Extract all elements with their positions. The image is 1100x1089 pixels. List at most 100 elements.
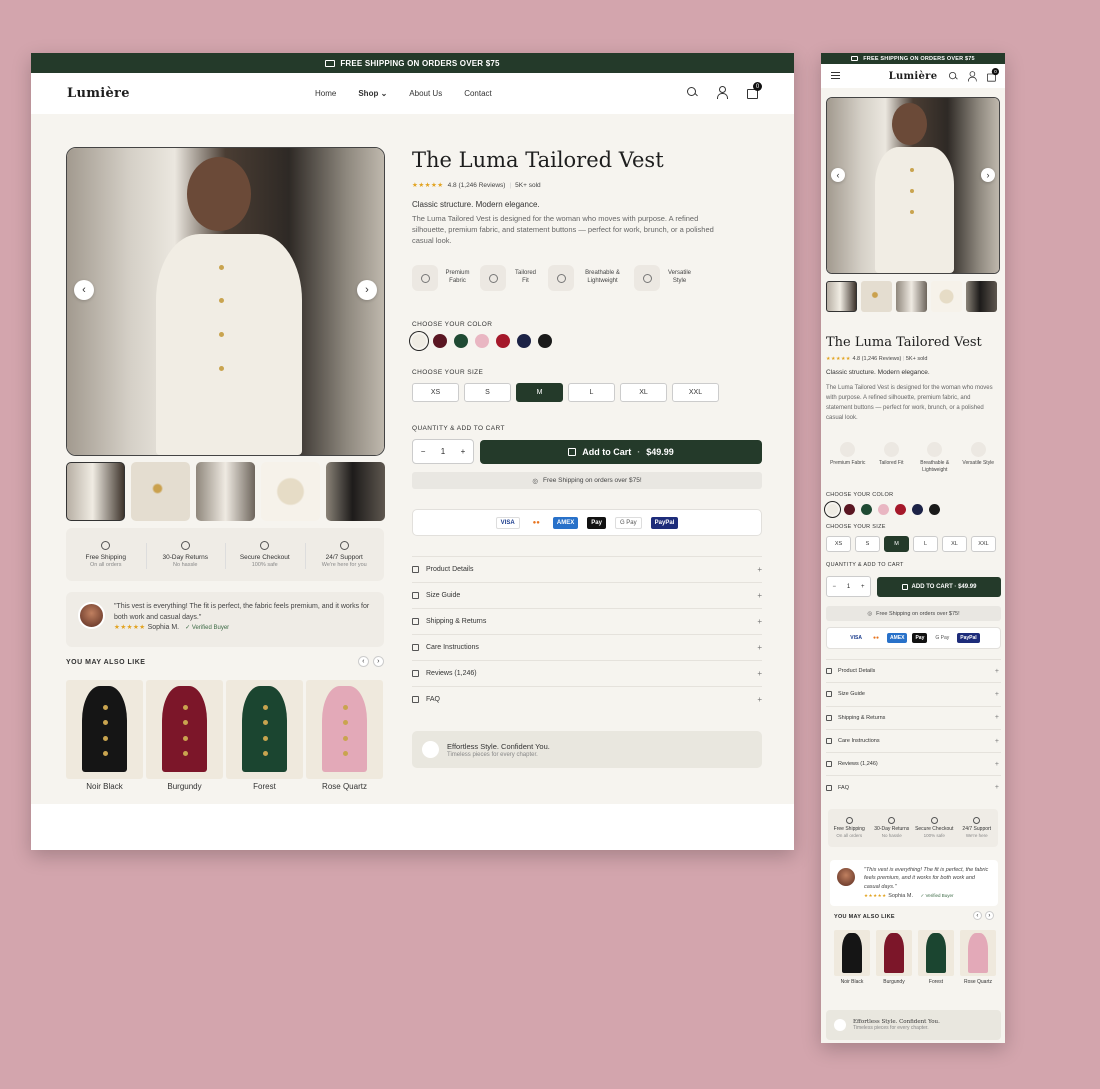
related-card[interactable]: Rose Quartz [306,680,383,791]
refresh-icon [180,541,190,550]
thumbnail[interactable] [326,462,385,521]
size-xs[interactable]: XS [826,536,851,552]
size-xs[interactable]: XS [412,383,459,402]
accordion-product-details[interactable]: Product Details + [826,659,1001,682]
accordion-care[interactable]: Care Instructions + [412,634,762,660]
qty-minus-button[interactable]: − [421,447,426,456]
color-swatch[interactable] [412,334,426,348]
thumbnail[interactable] [196,462,255,521]
add-to-cart-button[interactable]: Add to Cart · $49.99 [480,440,762,464]
qty-plus-button[interactable]: + [461,447,466,456]
color-swatch[interactable] [517,334,531,348]
size-l[interactable]: L [913,536,938,552]
mobile-product-image: ‹ › [826,97,1000,274]
color-swatch[interactable] [912,504,923,515]
menu-icon[interactable] [831,72,840,79]
related-next-button[interactable]: › [985,911,994,920]
color-swatch[interactable] [929,504,940,515]
accordion-reviews[interactable]: Reviews (1,246) + [826,752,1001,775]
related-prev-button[interactable]: ‹ [358,656,369,667]
size-xxl[interactable]: XXL [672,383,719,402]
add-to-cart-button[interactable]: ADD TO CART · $49.99 [877,577,1001,597]
color-swatch[interactable] [538,334,552,348]
accordion-shipping[interactable]: Shipping & Returns + [826,705,1001,729]
paypal-icon: PayPal [650,516,679,529]
qty-plus-button[interactable]: + [861,584,865,590]
color-swatch[interactable] [496,334,510,348]
color-swatch[interactable] [433,334,447,348]
accordion-reviews[interactable]: Reviews (1,246) + [412,660,762,686]
color-swatch[interactable] [895,504,906,515]
nav-about[interactable]: About Us [409,89,442,98]
color-swatch[interactable] [827,504,838,515]
box-icon [826,714,832,721]
size-s[interactable]: S [855,536,880,552]
accordion-size-guide[interactable]: Size Guide + [412,582,762,608]
related-card[interactable]: Forest [226,680,303,791]
thumbnail[interactable] [931,281,962,312]
related-card[interactable]: Forest [918,930,954,985]
account-icon[interactable] [716,86,728,99]
size-m[interactable]: M [884,536,909,552]
cart-icon[interactable]: 0 [986,68,999,82]
accordion-product-details[interactable]: Product Details + [412,556,762,582]
color-swatch[interactable] [844,504,855,515]
size-xxl[interactable]: XXL [971,536,996,552]
accordion-shipping[interactable]: Shipping & Returns + [412,608,762,634]
size-m[interactable]: M [516,383,563,402]
next-image-button[interactable]: › [357,280,377,300]
related-next-button[interactable]: › [373,656,384,667]
color-swatch[interactable] [878,504,889,515]
nav-contact[interactable]: Contact [464,89,492,98]
nav-home[interactable]: Home [315,89,336,98]
search-icon[interactable] [686,86,698,98]
accordion-care[interactable]: Care Instructions + [826,728,1001,752]
next-image-button[interactable]: › [981,168,995,182]
color-swatch[interactable] [454,334,468,348]
related-card[interactable]: Burgundy [146,680,223,791]
size-l[interactable]: L [568,383,615,402]
color-swatch[interactable] [861,504,872,515]
cart-icon[interactable]: 0 [746,82,762,99]
prev-image-button[interactable]: ‹ [74,280,94,300]
qty-minus-button[interactable]: − [832,584,836,590]
search-icon[interactable] [948,71,958,81]
thumbnail[interactable] [131,462,190,521]
color-swatch[interactable] [475,334,489,348]
related-card[interactable]: Noir Black [66,680,143,791]
qty-value[interactable]: 1 [847,584,850,590]
brand-logo[interactable]: Lumière [889,71,938,82]
nav-shop[interactable]: Shop ⌄ [358,89,387,98]
brand-logo[interactable]: Lumière [67,86,130,101]
rating-text[interactable]: 4.8 (1,246 Reviews) [448,182,506,189]
refresh-icon [888,817,896,825]
size-xl[interactable]: XL [620,383,667,402]
related-card[interactable]: Rose Quartz [960,930,996,985]
size-xl[interactable]: XL [942,536,967,552]
thumbnail[interactable] [896,281,927,312]
thumbnail[interactable] [826,281,857,312]
accordion-faq[interactable]: FAQ + [412,686,762,712]
related-prev-button[interactable]: ‹ [973,911,982,920]
related-card[interactable]: Noir Black [834,930,870,985]
rating-text[interactable]: 4.8 (1,246 Reviews) [852,356,901,362]
feature-list: Premium Fabric Tailored Fit Breathable &… [412,265,694,291]
prev-image-button[interactable]: ‹ [831,168,845,182]
garment-button [262,735,268,741]
related-card[interactable]: Burgundy [876,930,912,985]
rating-stars: ★★★★★ [826,356,851,362]
garment-button [102,720,108,726]
qty-value[interactable]: 1 [441,447,445,456]
accordion-faq[interactable]: FAQ + [826,775,1001,798]
thumbnail[interactable] [861,281,892,312]
trust-returns: 30-Day Returns No hassle [871,817,914,838]
review-meta: ★★★★★ Sophia M. ✓ Verified Buyer [114,623,374,634]
accordion-size-guide[interactable]: Size Guide + [826,682,1001,705]
account-icon[interactable] [967,71,977,82]
size-s[interactable]: S [464,383,511,402]
thumbnail[interactable] [966,281,997,312]
garment-button [102,704,108,710]
shipping-banner: FREE SHIPPING ON ORDERS OVER $75 [31,53,794,73]
thumbnail[interactable] [261,462,320,521]
thumbnail[interactable] [66,462,125,521]
